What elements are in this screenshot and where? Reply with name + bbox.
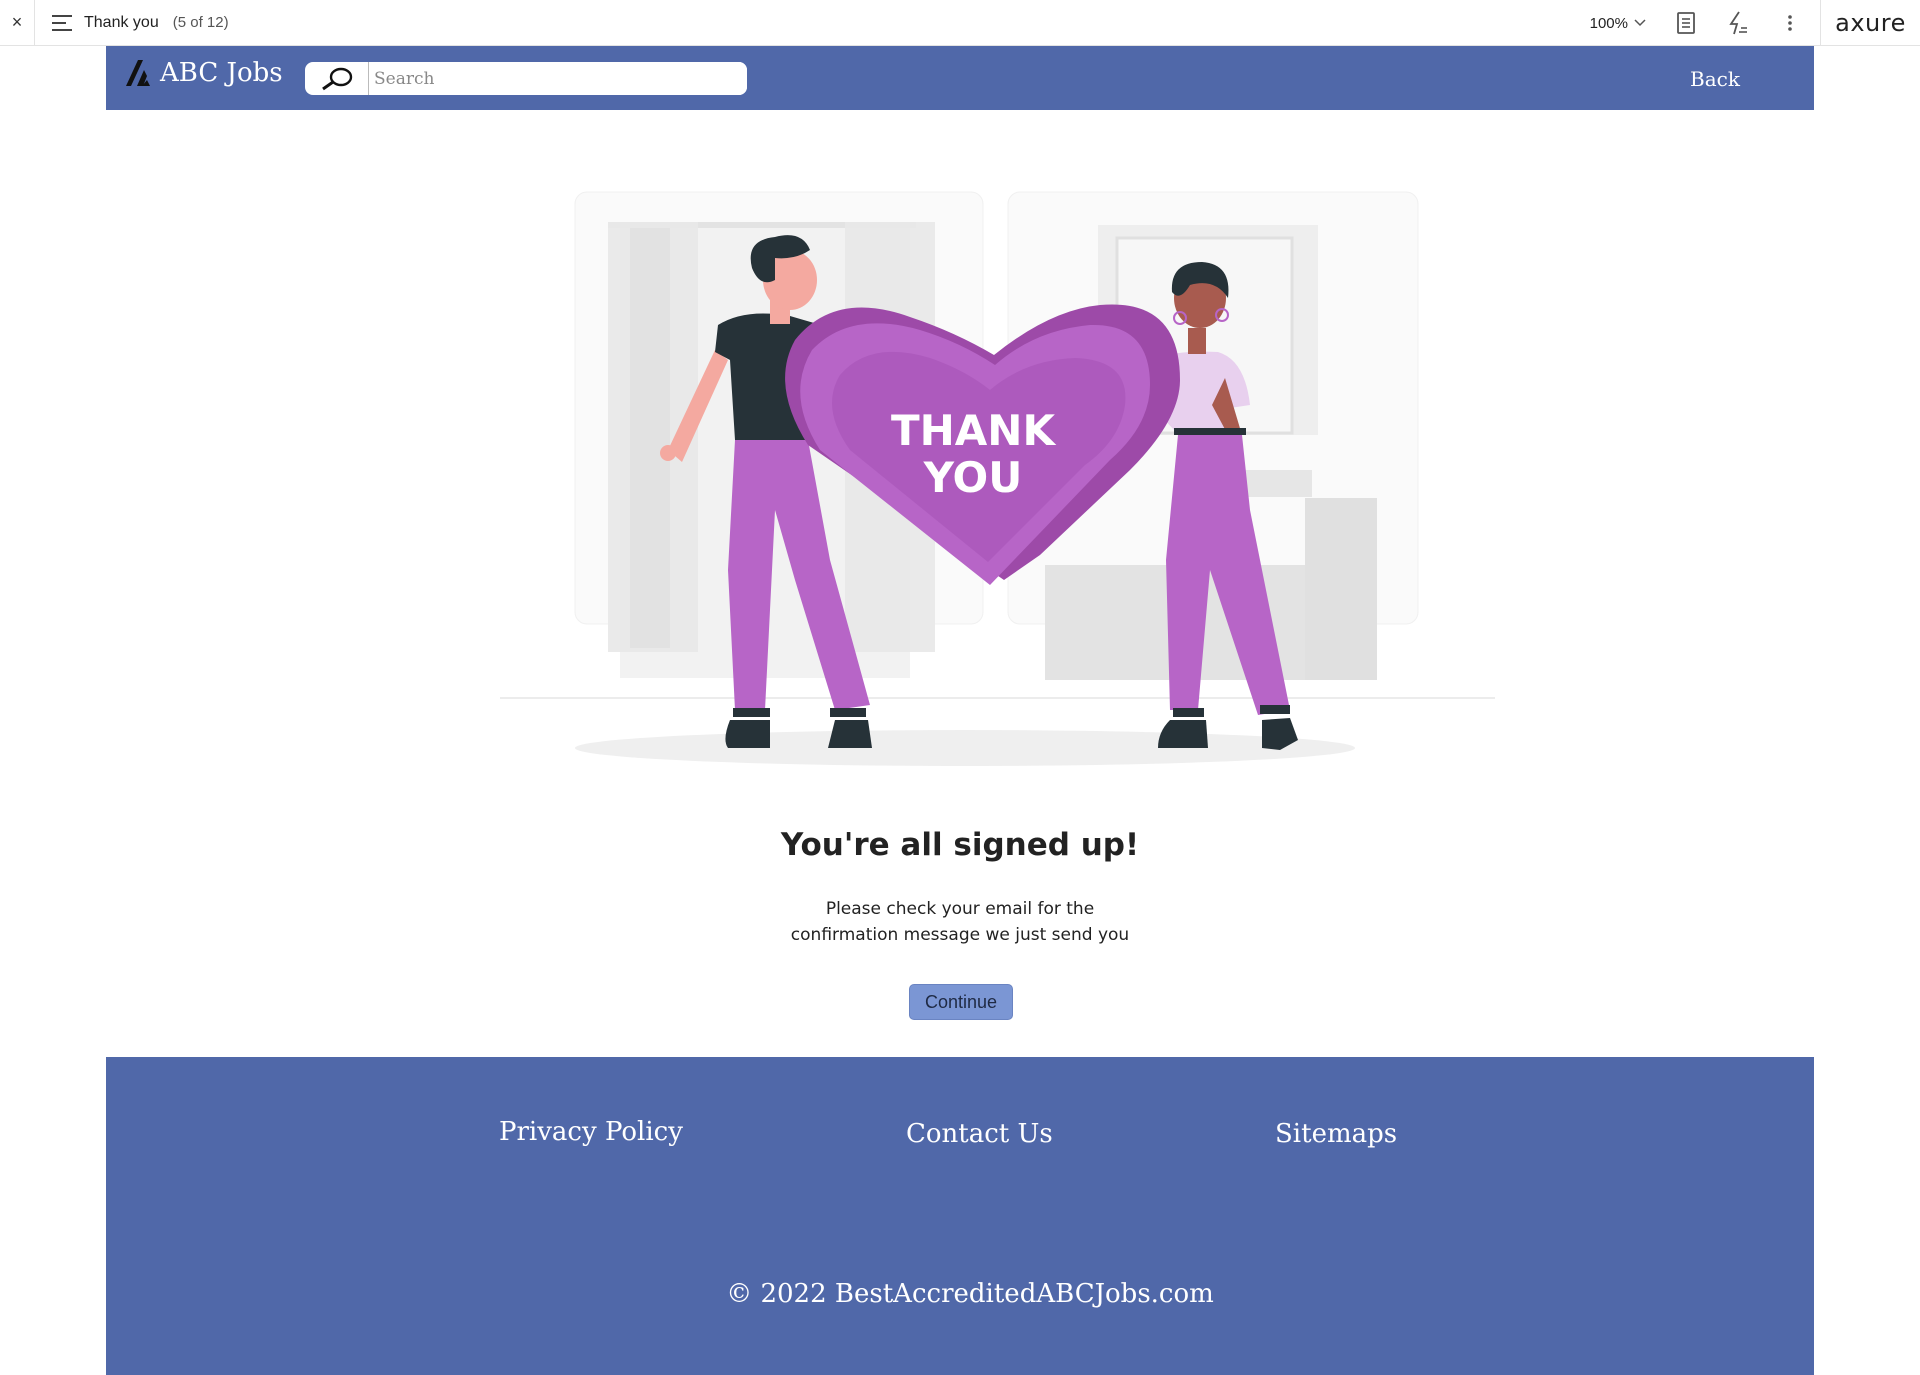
search-bar [305, 62, 747, 95]
subtext-line-2: confirmation message we just send you [790, 925, 1130, 945]
footer-link-contact-us[interactable]: Contact Us [906, 1119, 1053, 1149]
site-header: ABC Jobs Back [106, 46, 1814, 110]
heart-text-line1: THANK [891, 406, 1056, 455]
axure-logo: axure [1820, 0, 1920, 46]
page-title: Thank you [84, 13, 159, 31]
logo-icon [126, 60, 150, 86]
copyright-text: © 2022 BestAccreditedABCJobs.com [726, 1279, 1214, 1309]
interactions-icon[interactable] [1726, 11, 1750, 35]
back-link[interactable]: Back [1690, 67, 1740, 91]
axure-toolbar: × Thank you (5 of 12) 100% axure [0, 0, 1920, 46]
signup-headline: You're all signed up! [780, 827, 1140, 863]
search-input[interactable] [369, 62, 747, 95]
subtext-line-1: Please check your email for the [825, 899, 1095, 919]
search-button[interactable] [305, 62, 369, 95]
thank-you-illustration: THANK YOU [500, 191, 1495, 766]
more-options-icon[interactable] [1778, 11, 1802, 35]
search-icon [321, 67, 352, 90]
page-count: (5 of 12) [172, 14, 229, 31]
heart-text-line2: YOU [923, 453, 1023, 502]
site-footer: Privacy Policy Contact Us Sitemaps © 202… [106, 1057, 1814, 1375]
continue-button[interactable]: Continue [909, 984, 1013, 1020]
footer-link-sitemaps[interactable]: Sitemaps [1275, 1119, 1397, 1149]
chevron-down-icon [1634, 19, 1646, 27]
signup-subtext: Please check your email for the confirma… [0, 896, 1920, 948]
footer-link-privacy-policy[interactable]: Privacy Policy [499, 1117, 683, 1147]
zoom-level: 100% [1589, 14, 1628, 32]
notes-icon[interactable] [1674, 11, 1698, 35]
close-icon[interactable]: × [0, 0, 35, 46]
site-logo[interactable]: ABC Jobs [124, 58, 283, 88]
page-menu-icon[interactable] [52, 14, 72, 31]
logo-text: ABC Jobs [160, 58, 283, 88]
zoom-dropdown[interactable]: 100% [1590, 15, 1646, 32]
